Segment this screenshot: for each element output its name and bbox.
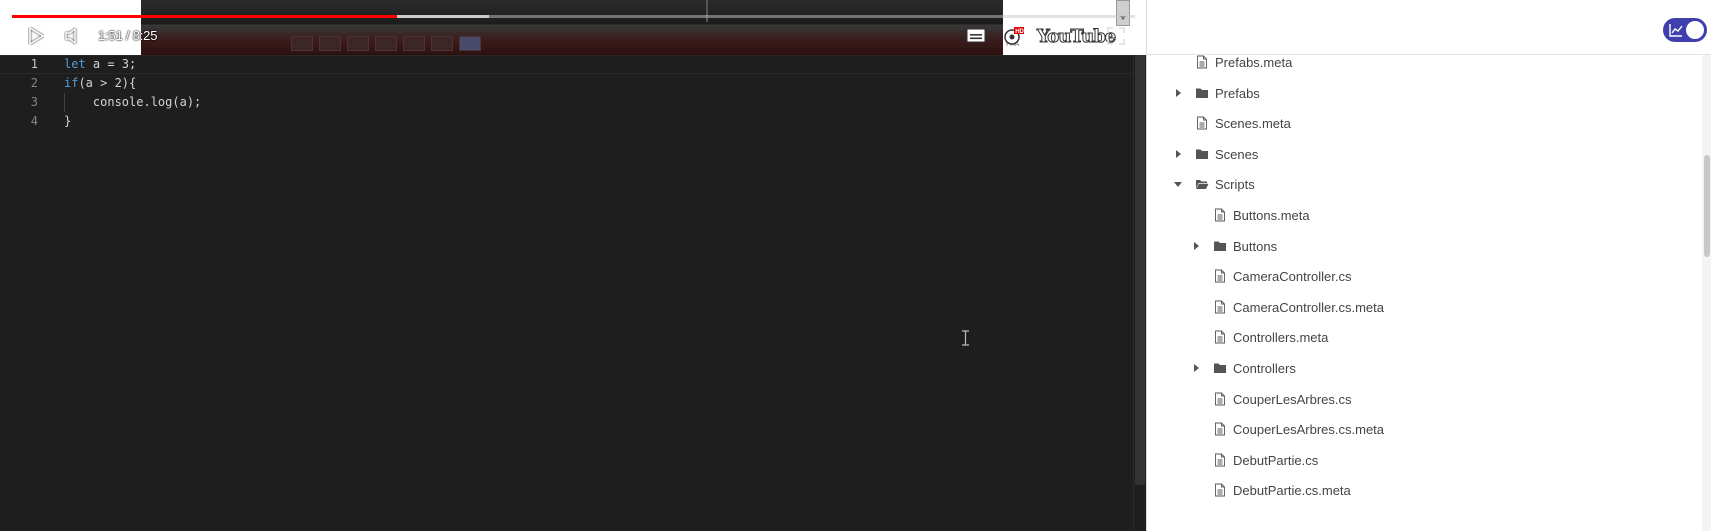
file-tree-scroll-thumb[interactable]: [1704, 155, 1710, 257]
file-icon: [1215, 483, 1225, 497]
tree-folder-item[interactable]: Prefabs: [1173, 83, 1260, 103]
volume-icon[interactable]: [64, 27, 82, 45]
video-frame-toolbar: [291, 36, 481, 51]
right-panel-header: [1147, 0, 1711, 55]
tree-item-label: DebutPartie.cs.meta: [1233, 482, 1351, 498]
file-icon: [1215, 208, 1225, 222]
subtitles-icon[interactable]: [966, 28, 986, 43]
folder-icon: [1214, 241, 1226, 251]
time-display: 1:51 / 8:25: [98, 28, 158, 43]
settings-hd-icon[interactable]: HD: [1003, 26, 1025, 46]
tree-item-label: Scripts: [1215, 176, 1255, 192]
code-line[interactable]: if(a > 2){: [64, 74, 201, 93]
svg-text:HD: HD: [1015, 29, 1024, 35]
video-frame[interactable]: FRA: [141, 0, 1130, 55]
file-icon: [1215, 453, 1225, 467]
toggle-knob: [1686, 21, 1704, 39]
code-editor[interactable]: 1234 let a = 3; if(a > 2){ console.log(a)…: [0, 55, 1146, 531]
tree-file-item[interactable]: CouperLesArbres.cs.meta: [1213, 419, 1384, 439]
tree-item-label: Controllers: [1233, 360, 1296, 376]
tree-folder-item[interactable]: Buttons: [1191, 236, 1277, 256]
tree-item-label: DebutPartie.cs: [1233, 452, 1319, 468]
tree-item-label: CameraController.cs: [1233, 268, 1352, 284]
tree-item-label: CouperLesArbres.cs.meta: [1233, 421, 1385, 437]
tree-file-item[interactable]: CouperLesArbres.cs: [1213, 389, 1352, 409]
file-icon: [1215, 300, 1225, 314]
folder-icon: [1214, 363, 1226, 373]
tree-file-item[interactable]: Buttons.meta: [1213, 205, 1310, 225]
tree-folder-item[interactable]: Scenes: [1173, 144, 1258, 164]
line-number: 2: [30, 76, 38, 90]
folder-icon: [1196, 88, 1208, 98]
code-area[interactable]: let a = 3; if(a > 2){ console.log(a);}: [64, 55, 201, 131]
progress-played: [12, 15, 397, 18]
tree-item-label: CameraController.cs.meta: [1233, 299, 1384, 315]
tree-file-item[interactable]: DebutPartie.cs.meta: [1213, 480, 1351, 500]
tree-item-label: Scenes.meta: [1215, 115, 1291, 131]
code-token: console.log(a);: [64, 95, 202, 109]
line-number: 1: [30, 57, 38, 71]
editor-scroll-thumb[interactable]: [1135, 55, 1145, 485]
video-frame-toolbar-item: [431, 36, 453, 51]
code-keyword: let: [64, 57, 86, 71]
tree-file-item[interactable]: CameraController.cs: [1213, 266, 1352, 286]
video-frame-toolbar-item: [459, 36, 481, 51]
code-line[interactable]: console.log(a);: [64, 93, 201, 112]
line-number: 3: [30, 95, 38, 109]
file-icon: [1215, 330, 1225, 344]
indent-guide: [64, 93, 65, 112]
tree-folder-item[interactable]: Scripts: [1173, 174, 1255, 194]
video-frame-toolbar-item: [319, 36, 341, 51]
file-icon: [1197, 55, 1207, 69]
line-number: 4: [30, 114, 38, 128]
text-cursor-icon: [962, 330, 969, 346]
video-frame-toolbar-item: [291, 36, 313, 51]
file-tree-scrollbar[interactable]: [1702, 55, 1711, 531]
chevron-right-icon[interactable]: [1173, 88, 1183, 98]
youtube-logo[interactable]: YouTube: [1036, 26, 1116, 48]
code-keyword: if: [64, 76, 79, 90]
tree-item-label: Scenes: [1215, 146, 1259, 162]
left-panel: FRA 1:51 / 8:25 HD YouTube 1 2 3 4: [0, 0, 1146, 531]
tree-file-item[interactable]: DebutPartie.cs: [1213, 450, 1318, 470]
tree-item-label: Prefabs: [1215, 85, 1260, 101]
code-token: a = 3;: [85, 57, 137, 71]
tree-item-label: Controllers.meta: [1233, 329, 1329, 345]
tree-item-label: Buttons: [1233, 238, 1278, 254]
chart-line-icon: [1669, 24, 1683, 37]
chart-toggle-switch[interactable]: [1663, 18, 1707, 42]
video-frame-divider: [706, 0, 708, 22]
fullscreen-icon[interactable]: [1107, 27, 1125, 45]
file-icon: [1215, 392, 1225, 406]
code-line[interactable]: }: [64, 112, 201, 131]
tree-item-label: Buttons.meta: [1233, 207, 1310, 223]
video-frame-toolbar-item: [375, 36, 397, 51]
video-frame-toolbar-item: [403, 36, 425, 51]
video-player[interactable]: FRA 1:51 / 8:25 HD YouTube: [0, 0, 1146, 55]
code-line[interactable]: let a = 3;: [64, 55, 201, 74]
tree-file-item[interactable]: Prefabs.meta: [1195, 52, 1292, 72]
folder-icon: [1196, 149, 1208, 159]
right-panel: Prefabs.meta Prefabs Scenes.meta Scenes Scri…: [1146, 0, 1711, 531]
chevron-right-icon[interactable]: [1191, 241, 1201, 251]
code-token: }: [64, 114, 72, 128]
tree-folder-item[interactable]: Controllers: [1191, 358, 1296, 378]
tree-file-item[interactable]: Scenes.meta: [1195, 113, 1291, 133]
code-token: (a > 2){: [78, 76, 137, 90]
tree-item-label: Prefabs.meta: [1215, 54, 1293, 70]
tree-file-item[interactable]: Controllers.meta: [1213, 327, 1328, 347]
folder-open-icon: [1196, 180, 1209, 189]
chevron-down-icon[interactable]: [1173, 179, 1183, 189]
tree-item-label: CouperLesArbres.cs: [1233, 391, 1352, 407]
play-icon[interactable]: [28, 27, 44, 45]
video-frame-toolbar-item: [347, 36, 369, 51]
file-icon: [1197, 116, 1207, 130]
chevron-right-icon[interactable]: [1191, 363, 1201, 373]
video-frame-scrollbar: [1116, 0, 1130, 26]
tree-file-item[interactable]: CameraController.cs.meta: [1213, 297, 1384, 317]
file-icon: [1215, 422, 1225, 436]
line-number-gutter: 1 2 3 4: [0, 55, 50, 131]
chevron-right-icon[interactable]: [1173, 149, 1183, 159]
file-icon: [1215, 269, 1225, 283]
